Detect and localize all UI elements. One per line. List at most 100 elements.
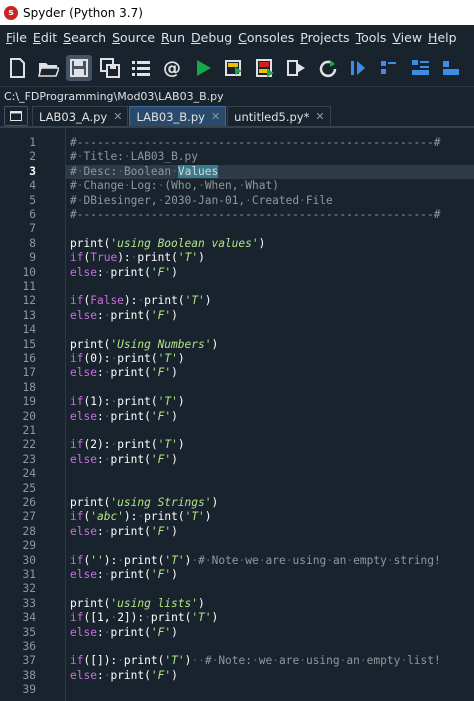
window-icon bbox=[10, 111, 22, 121]
editor-tab[interactable]: LAB03_A.py ✕ bbox=[32, 106, 129, 126]
rerun-icon bbox=[319, 59, 337, 77]
code-line[interactable]: 39 bbox=[0, 683, 474, 697]
step-button[interactable] bbox=[376, 55, 402, 81]
code-line[interactable]: 8 print('using Boolean values') bbox=[0, 237, 474, 251]
list-icon bbox=[132, 60, 150, 76]
step-return-button[interactable] bbox=[438, 55, 464, 81]
close-tab-icon[interactable]: ✕ bbox=[211, 110, 220, 123]
code-line[interactable]: 16 if(0):·print('T') bbox=[0, 352, 474, 366]
code-line[interactable]: 38 else:·print('F') bbox=[0, 669, 474, 683]
code-line[interactable]: 3 #·Desc:·Boolean·Values bbox=[0, 164, 474, 179]
code-line[interactable]: 14 bbox=[0, 323, 474, 337]
code-line[interactable]: 12 if(False):·print('T') bbox=[0, 294, 474, 308]
debug-icon bbox=[351, 60, 365, 75]
code-line[interactable]: 9 if(True):·print('T') bbox=[0, 251, 474, 265]
line-number: 15 bbox=[22, 337, 36, 351]
code-line[interactable]: 26 print('using Strings') bbox=[0, 496, 474, 510]
menu-view[interactable]: View bbox=[389, 30, 425, 45]
code-text: else:·print('F') bbox=[70, 265, 178, 279]
code-line[interactable]: 17 else:·print('F') bbox=[0, 366, 474, 380]
code-line[interactable]: 24 bbox=[0, 467, 474, 481]
menu-bar: File Edit Search Source Run Debug Consoles Proj… bbox=[0, 25, 474, 49]
menu-debug[interactable]: Debug bbox=[188, 30, 235, 45]
tab-browse-button[interactable] bbox=[4, 106, 28, 126]
list-button[interactable] bbox=[128, 55, 154, 81]
toolbar: @ bbox=[0, 49, 474, 87]
editor-tab[interactable]: untitled5.py* ✕ bbox=[227, 106, 331, 126]
code-editor[interactable]: 1 #--------------------------------------… bbox=[0, 128, 474, 701]
code-line[interactable]: 37 if([]):·print('T')··#·Note:·we·are·usi… bbox=[0, 654, 474, 668]
line-number: 29 bbox=[22, 539, 36, 553]
menu-help[interactable]: Help bbox=[425, 30, 460, 45]
code-line[interactable]: 11 bbox=[0, 280, 474, 294]
code-line[interactable]: 30 if(''):·print('T')·#·Note·we·are·using… bbox=[0, 554, 474, 568]
code-line[interactable]: 27 if('abc'):·print('T') bbox=[0, 510, 474, 524]
run-cell-button[interactable] bbox=[221, 55, 247, 81]
line-number: 11 bbox=[22, 280, 36, 293]
code-line[interactable]: 35 else:·print('F') bbox=[0, 626, 474, 640]
new-file-icon bbox=[10, 57, 25, 78]
code-line[interactable]: 4 #·Change·Log:·(Who,·When,·What) bbox=[0, 179, 474, 193]
code-line[interactable]: 15 print('Using Numbers') bbox=[0, 338, 474, 352]
at-symbol-button[interactable]: @ bbox=[159, 55, 185, 81]
code-line[interactable]: 25 bbox=[0, 482, 474, 496]
line-number: 19 bbox=[22, 395, 36, 409]
code-line[interactable]: 23 else:·print('F') bbox=[0, 453, 474, 467]
menu-search[interactable]: Search bbox=[60, 30, 109, 45]
run-selection-button[interactable] bbox=[283, 55, 309, 81]
close-tab-icon[interactable]: ✕ bbox=[315, 110, 324, 123]
code-line[interactable]: 18 bbox=[0, 381, 474, 395]
code-line[interactable]: 31 else:·print('F') bbox=[0, 568, 474, 582]
code-line[interactable]: 36 bbox=[0, 640, 474, 654]
save-all-button[interactable] bbox=[97, 55, 123, 81]
code-text: if(0):·print('T') bbox=[70, 352, 185, 365]
line-number: 36 bbox=[22, 640, 36, 653]
code-line[interactable]: 32 bbox=[0, 582, 474, 596]
code-line[interactable]: 34 if([1,·2]):·print('T') bbox=[0, 611, 474, 625]
code-text: else:·print('F') bbox=[70, 568, 178, 581]
code-line[interactable]: 10 else:·print('F') bbox=[0, 266, 474, 280]
code-line[interactable]: 1 #--------------------------------------… bbox=[0, 136, 474, 150]
line-number: 1 bbox=[29, 136, 36, 149]
rerun-button[interactable] bbox=[314, 55, 340, 81]
code-line[interactable]: 6 #--------------------------------------… bbox=[0, 208, 474, 222]
code-line[interactable]: 22 if(2):·print('T') bbox=[0, 438, 474, 452]
line-number: 2 bbox=[29, 150, 36, 164]
code-line[interactable]: 5 #·DBiesinger,·2030-Jan-01,·Created·File bbox=[0, 194, 474, 208]
step-return-icon bbox=[443, 60, 459, 75]
step-into-button[interactable] bbox=[407, 55, 433, 81]
code-line[interactable]: 28 else:·print('F') bbox=[0, 525, 474, 539]
menu-tools[interactable]: Tools bbox=[353, 30, 390, 45]
code-line[interactable]: 19 if(1):·print('T') bbox=[0, 395, 474, 409]
menu-consoles[interactable]: Consoles bbox=[235, 30, 297, 45]
editor-tab[interactable]: LAB03_B.py ✕ bbox=[129, 106, 227, 126]
debug-button[interactable] bbox=[345, 55, 371, 81]
code-line[interactable]: 13 else:·print('F') bbox=[0, 309, 474, 323]
new-file-button[interactable] bbox=[4, 55, 30, 81]
code-line[interactable]: 7 bbox=[0, 222, 474, 236]
menu-file[interactable]: File bbox=[3, 30, 30, 45]
code-line[interactable]: 33 print('using lists') bbox=[0, 597, 474, 611]
run-selection-icon bbox=[287, 59, 305, 76]
menu-source[interactable]: Source bbox=[109, 30, 158, 45]
close-tab-icon[interactable]: ✕ bbox=[113, 110, 122, 123]
menu-run[interactable]: Run bbox=[158, 30, 188, 45]
menu-edit[interactable]: Edit bbox=[30, 30, 60, 45]
menu-projects[interactable]: Projects bbox=[297, 30, 352, 45]
line-number: 18 bbox=[22, 380, 36, 394]
code-line[interactable]: 29 bbox=[0, 539, 474, 553]
run-button[interactable] bbox=[190, 55, 216, 81]
tab-label: LAB03_A.py bbox=[39, 109, 108, 124]
line-number: 34 bbox=[22, 611, 36, 625]
line-number: 33 bbox=[22, 596, 36, 610]
run-cell-advance-button[interactable] bbox=[252, 55, 278, 81]
code-text: else:·print('F') bbox=[70, 452, 178, 466]
code-line[interactable]: 21 bbox=[0, 424, 474, 438]
line-number: 30 bbox=[22, 553, 36, 567]
open-folder-button[interactable] bbox=[35, 55, 61, 81]
code-line[interactable]: 20 else:·print('F') bbox=[0, 410, 474, 424]
code-text: if(''):·print('T')·#·Note·we·are·using·a… bbox=[70, 553, 441, 567]
code-text: if([1,·2]):·print('T') bbox=[70, 611, 219, 625]
code-line[interactable]: 2 #·Title:·LAB03_B.py bbox=[0, 150, 474, 164]
save-button[interactable] bbox=[66, 54, 92, 81]
